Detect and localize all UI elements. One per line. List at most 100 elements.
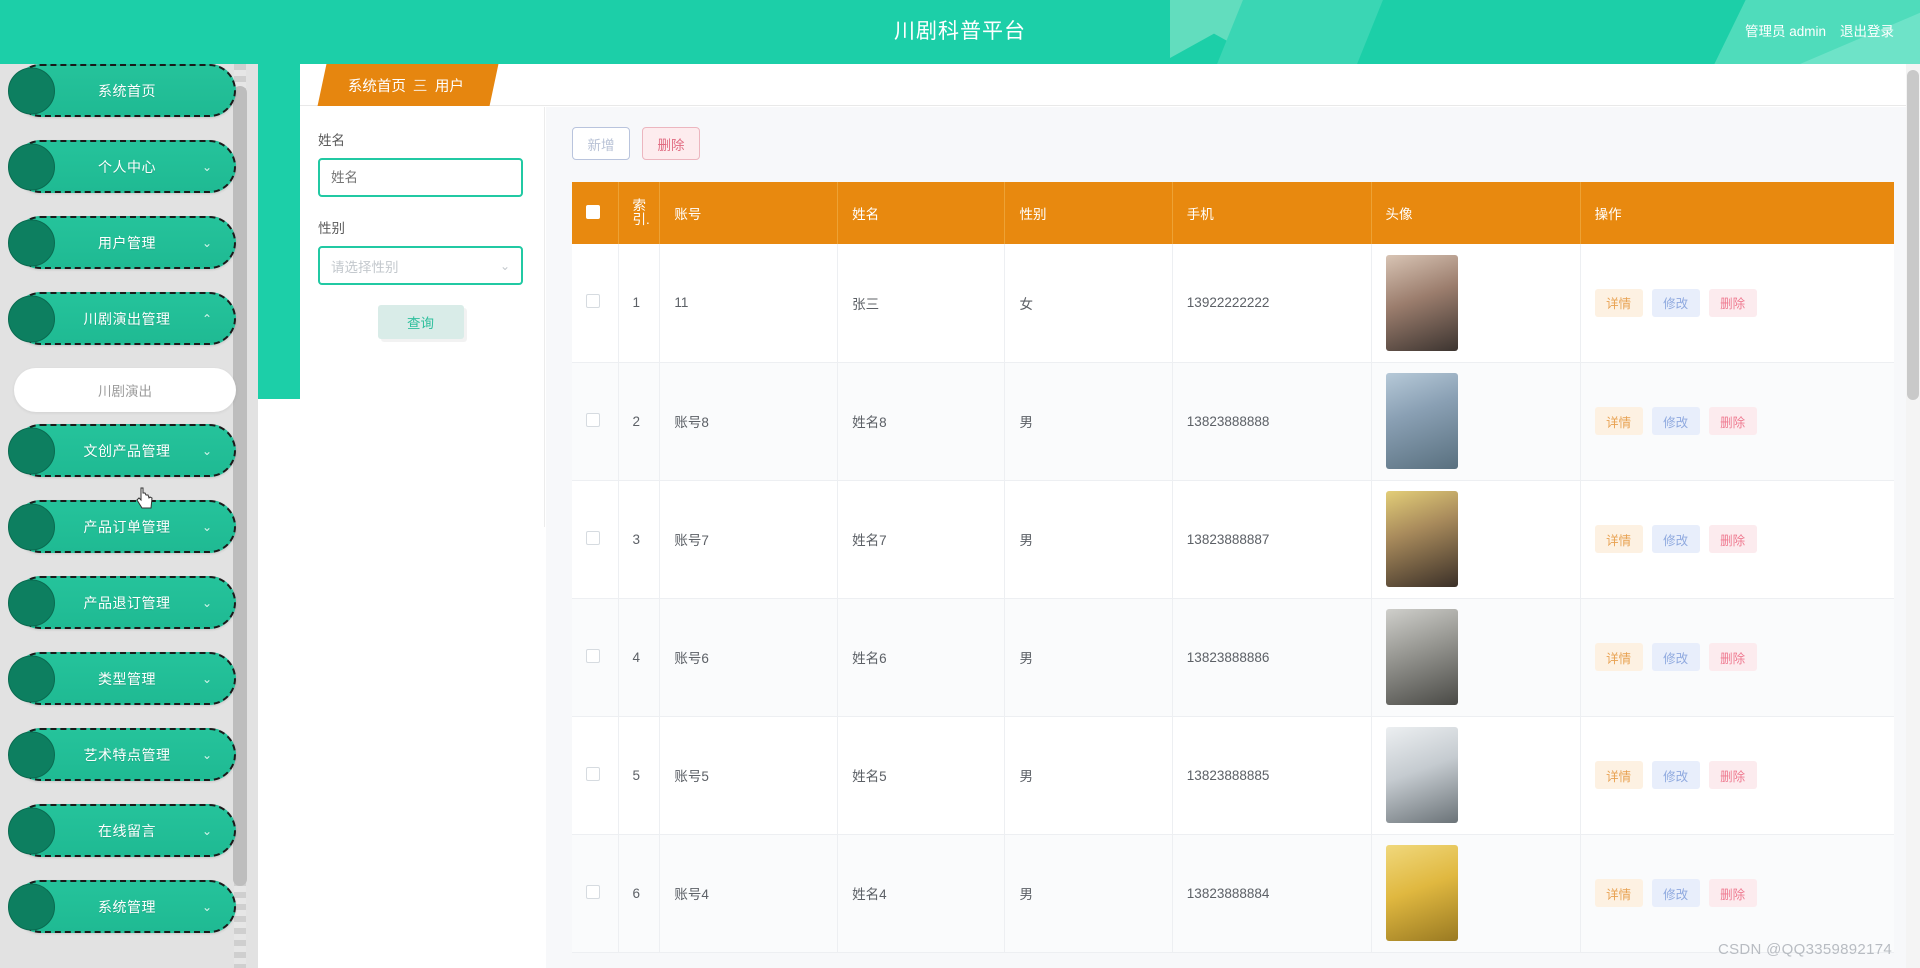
row-checkbox[interactable] [586,884,600,899]
table-toolbar: 新增 删除 [572,127,1894,160]
sidebar-item-type-management[interactable]: 类型管理 ⌄ [8,652,236,705]
logout-link[interactable]: 退出登录 [1840,0,1894,64]
chevron-down-icon: ⌄ [201,159,212,174]
chevron-down-icon: ⌄ [201,443,212,458]
detail-button[interactable]: 详情 [1594,407,1643,435]
sidebar-item-art-feature-management[interactable]: 艺术特点管理 ⌄ [8,728,236,781]
row-operations: 详情 修改 删除 [1580,244,1894,363]
table-row[interactable]: 4 账号6 姓名6 男 13823888886 详情 修改 删除 [572,598,1894,717]
table-area: 新增 删除 索 引. 账号 姓名 性别 手机 头像 操作 1 11 张三 女 1… [546,107,1920,968]
edit-button[interactable]: 修改 [1651,761,1700,789]
detail-button[interactable]: 详情 [1594,288,1643,317]
row-name: 姓名6 [837,598,1006,717]
table-row[interactable]: 2 账号8 姓名8 男 13823888888 详情 修改 删除 [572,362,1894,481]
table-row[interactable]: 5 账号5 姓名5 男 13823888885 详情 修改 删除 [572,716,1894,835]
bullet-icon [8,579,55,626]
detail-button[interactable]: 详情 [1594,879,1643,907]
top-header-bar: 川剧科普平台 管理员 admin 退出登录 [0,0,1920,64]
table-body: 1 11 张三 女 13922222222 详情 修改 删除 2 账号8 姓名8… [572,244,1894,953]
main-content: 系统首页 三 用户 姓名 性别 请选择性别 ⌄ 查询 新增 删除 [300,64,1920,968]
row-select-cell [572,834,619,953]
row-delete-button[interactable]: 删除 [1708,407,1757,435]
row-index: 6 [618,834,661,953]
row-avatar-cell [1371,480,1581,599]
row-checkbox[interactable] [586,766,600,781]
watermark-text: CSDN @QQ3359892174 [1717,941,1892,958]
avatar [1385,845,1458,941]
gender-select[interactable]: 请选择性别 ⌄ [318,246,523,285]
header-avatar: 头像 [1371,182,1581,244]
breadcrumb-separator-icon: 三 [413,78,428,95]
row-account: 账号5 [659,716,839,835]
select-all-checkbox[interactable] [586,204,600,219]
sidebar-item-system-management[interactable]: 系统管理 ⌄ [8,880,236,933]
table-head: 索 引. 账号 姓名 性别 手机 头像 操作 [572,182,1894,244]
page-scrollbar-thumb[interactable] [1907,70,1919,400]
row-avatar-cell [1371,362,1581,481]
row-avatar-cell [1371,244,1581,363]
edit-button[interactable]: 修改 [1651,525,1700,553]
detail-button[interactable]: 详情 [1594,643,1643,671]
row-account: 账号8 [659,362,839,481]
sidebar-item-order-management[interactable]: 产品订单管理 ⌄ [8,500,236,553]
edit-button[interactable]: 修改 [1651,407,1700,435]
breadcrumb-current-label: 用户 [434,78,464,95]
row-phone: 13823888888 [1172,362,1372,481]
row-operations: 详情 修改 删除 [1580,598,1894,717]
row-delete-button[interactable]: 删除 [1708,879,1757,907]
row-phone: 13823888886 [1172,598,1372,717]
sidebar-item-cultural-product-management[interactable]: 文创产品管理 ⌄ [8,424,236,477]
row-select-cell [572,716,619,835]
green-accent-strip [258,64,300,399]
row-account: 账号7 [659,480,839,599]
tab-user[interactable]: 系统首页 三 用户 [317,64,498,106]
row-operations: 详情 修改 删除 [1580,362,1894,481]
row-name: 姓名7 [837,480,1006,599]
sidebar-item-personal-center[interactable]: 个人中心 ⌄ [8,140,236,193]
sidebar-item-refund-management[interactable]: 产品退订管理 ⌄ [8,576,236,629]
add-button[interactable]: 新增 [572,127,630,160]
table-row[interactable]: 6 账号4 姓名4 男 13823888884 详情 修改 删除 [572,834,1894,953]
row-index: 4 [618,598,661,717]
table-header-row: 索 引. 账号 姓名 性别 手机 头像 操作 [572,182,1894,244]
edit-button[interactable]: 修改 [1651,879,1700,907]
table-row[interactable]: 3 账号7 姓名7 男 13823888887 详情 修改 删除 [572,480,1894,599]
name-input[interactable] [318,158,523,197]
sidebar-nav: 系统首页 个人中心 ⌄ 用户管理 ⌄ 川剧演出管理 ⌃ 川剧演出 文创产品管理 … [0,64,258,968]
row-index: 3 [618,480,661,599]
name-field-label: 姓名 [318,133,345,148]
avatar [1385,609,1458,705]
edit-button[interactable]: 修改 [1651,288,1700,317]
row-checkbox[interactable] [586,412,600,427]
row-checkbox[interactable] [586,530,600,545]
header-index-line1: 索 [632,197,647,213]
detail-button[interactable]: 详情 [1594,761,1643,789]
row-account: 11 [659,244,839,363]
app-root: 川剧科普平台 管理员 admin 退出登录 系统首页 个人中心 ⌄ 用户管理 ⌄… [0,0,1920,968]
avatar [1385,727,1458,823]
row-delete-button[interactable]: 删除 [1708,643,1757,671]
row-account: 账号6 [659,598,839,717]
row-delete-button[interactable]: 删除 [1708,761,1757,789]
sidebar-item-user-management[interactable]: 用户管理 ⌄ [8,216,236,269]
row-delete-button[interactable]: 删除 [1708,288,1757,317]
row-delete-button[interactable]: 删除 [1708,525,1757,553]
edit-button[interactable]: 修改 [1651,643,1700,671]
table-row[interactable]: 1 11 张三 女 13922222222 详情 修改 删除 [572,244,1894,363]
search-button[interactable]: 查询 [377,305,464,339]
delete-button[interactable]: 删除 [642,127,700,160]
row-checkbox[interactable] [586,648,600,663]
sidebar-item-home[interactable]: 系统首页 [8,64,236,117]
sidebar-item-performance-management[interactable]: 川剧演出管理 ⌃ [8,292,236,345]
bullet-icon [8,731,55,778]
sidebar-submenu-item-performance[interactable]: 川剧演出 [14,368,236,412]
row-phone: 13823888885 [1172,716,1372,835]
row-checkbox[interactable] [586,294,600,309]
sidebar-item-online-message[interactable]: 在线留言 ⌄ [8,804,236,857]
row-gender: 男 [1004,834,1173,953]
bullet-icon [8,295,55,342]
search-button-wrap: 查询 [318,305,523,339]
detail-button[interactable]: 详情 [1594,525,1643,553]
row-operations: 详情 修改 删除 [1580,716,1894,835]
header-name: 姓名 [837,182,1006,244]
